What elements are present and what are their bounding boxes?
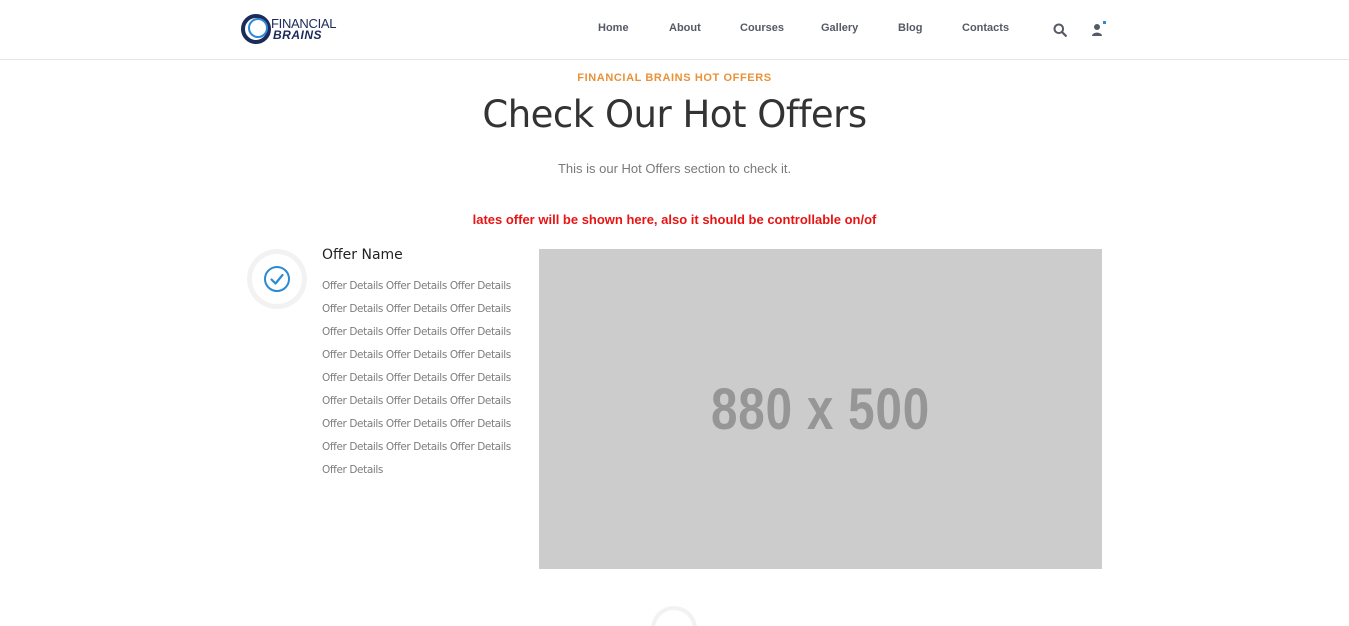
- offer-detail-line: Offer Details: [322, 464, 383, 476]
- offer-details: Offer Details Offer Details Offer Detail…: [322, 280, 532, 487]
- offer-detail-line: Offer Details Offer Details Offer Detail…: [322, 372, 511, 384]
- logo-text-bottom: BRAINS: [273, 28, 323, 42]
- logo[interactable]: FINANCIAL BRAINS: [240, 13, 350, 45]
- search-icon[interactable]: [1053, 23, 1067, 37]
- offer-detail-line: Offer Details Offer Details Offer Detail…: [322, 303, 511, 315]
- check-circle-icon: [264, 266, 290, 292]
- nav-courses[interactable]: Courses: [740, 22, 784, 34]
- offer-detail-line: Offer Details Offer Details Offer Detail…: [322, 326, 511, 338]
- nav-about[interactable]: About: [669, 22, 701, 34]
- nav-blog[interactable]: Blog: [898, 22, 922, 34]
- nav-home[interactable]: Home: [598, 22, 629, 34]
- section-eyebrow: FINANCIAL BRAINS HOT OFFERS: [577, 72, 772, 84]
- next-offer-badge: [651, 606, 697, 626]
- offer-detail-line: Offer Details Offer Details Offer Detail…: [322, 395, 511, 407]
- offer-detail-line: Offer Details Offer Details Offer Detail…: [322, 441, 511, 453]
- offer-detail-line: Offer Details Offer Details Offer Detail…: [322, 280, 511, 292]
- offer-detail-line: Offer Details Offer Details Offer Detail…: [322, 349, 511, 361]
- section-subtitle: This is our Hot Offers section to check …: [557, 161, 792, 176]
- offer-notice: lates offer will be shown here, also it …: [472, 212, 877, 227]
- offer-name: Offer Name: [322, 247, 403, 263]
- user-icon[interactable]: [1091, 20, 1109, 38]
- offer-image[interactable]: 880 x 500: [539, 249, 1102, 569]
- site-header: FINANCIAL BRAINS Home About Courses Gall…: [0, 0, 1349, 60]
- nav-gallery[interactable]: Gallery: [821, 22, 858, 34]
- nav-contacts[interactable]: Contacts: [962, 22, 1009, 34]
- offer-badge: [247, 249, 307, 309]
- offer-image-size-label: 880 x 500: [711, 376, 930, 442]
- section-title: Check Our Hot Offers: [482, 93, 867, 136]
- offer-detail-line: Offer Details Offer Details Offer Detail…: [322, 418, 511, 430]
- logo-ring-icon: [241, 14, 271, 44]
